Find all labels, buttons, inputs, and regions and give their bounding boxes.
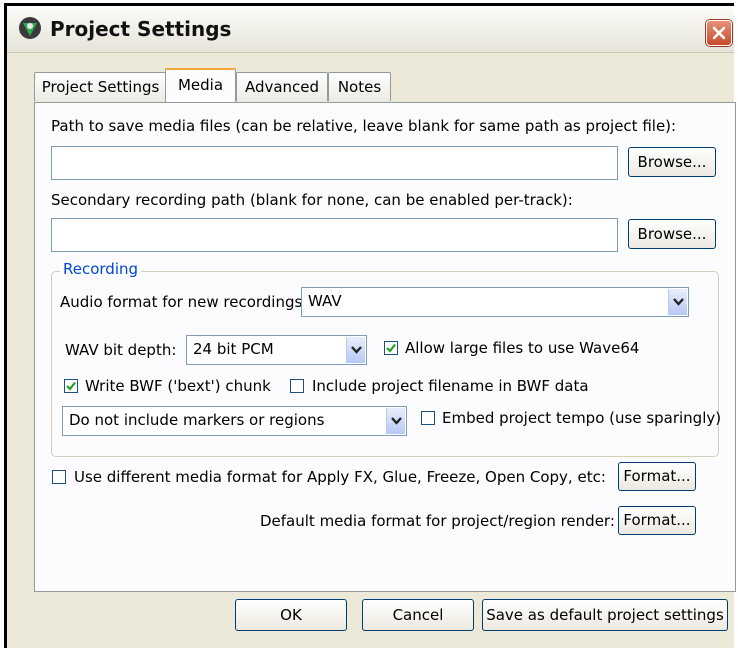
markers-value: Do not include markers or regions [69, 411, 325, 429]
chevron-down-icon [391, 417, 402, 425]
media-tab-panel: Path to save media files (can be relativ… [34, 102, 736, 592]
checkmark-icon [66, 381, 76, 391]
tab-project-settings[interactable]: Project Settings [34, 72, 167, 101]
project-settings-dialog: Project Settings Project Settings Media … [7, 6, 736, 648]
embed-tempo-label: Embed project tempo (use sparingly) [442, 409, 722, 427]
include-filename-label: Include project filename in BWF data [312, 377, 589, 395]
embed-tempo-checkbox[interactable] [421, 411, 435, 425]
wave64-checkbox[interactable] [384, 341, 398, 355]
title-bar[interactable]: Project Settings [7, 6, 734, 53]
secondary-path-input[interactable] [51, 218, 618, 252]
checkmark-icon [386, 343, 396, 353]
different-format-checkbox[interactable] [52, 470, 66, 484]
bwf-checkbox[interactable] [64, 379, 78, 393]
bit-depth-label: WAV bit depth: [65, 341, 177, 359]
window-title: Project Settings [50, 17, 232, 41]
close-button[interactable] [706, 20, 732, 46]
cancel-button[interactable]: Cancel [362, 599, 474, 631]
tab-advanced[interactable]: Advanced [236, 72, 328, 101]
media-path-input[interactable] [51, 146, 618, 180]
chevron-down-icon [673, 298, 684, 306]
include-filename-checkbox[interactable] [290, 379, 304, 393]
wave64-label: Allow large files to use Wave64 [405, 339, 640, 357]
different-format-label: Use different media format for Apply FX,… [74, 468, 606, 486]
close-icon [712, 26, 726, 40]
default-format-label: Default media format for project/region … [260, 512, 615, 530]
audio-format-label: Audio format for new recordings: [60, 293, 308, 311]
chevron-down-icon [351, 346, 362, 354]
media-path-label: Path to save media files (can be relativ… [51, 117, 677, 135]
save-default-button[interactable]: Save as default project settings [482, 599, 728, 631]
default-format-button[interactable]: Format... [618, 506, 696, 535]
recording-group-title: Recording [60, 260, 142, 278]
ok-button[interactable]: OK [235, 599, 347, 631]
bit-depth-value: 24 bit PCM [193, 340, 274, 358]
tab-notes[interactable]: Notes [328, 72, 391, 101]
media-path-browse-button[interactable]: Browse... [628, 147, 716, 177]
secondary-path-label: Secondary recording path (blank for none… [51, 191, 573, 209]
audio-format-select[interactable]: WAV [301, 287, 689, 317]
different-format-button[interactable]: Format... [618, 462, 696, 491]
bit-depth-select[interactable]: 24 bit PCM [186, 335, 367, 365]
audio-format-value: WAV [308, 292, 342, 310]
tab-media[interactable]: Media [165, 68, 236, 102]
markers-select[interactable]: Do not include markers or regions [62, 406, 407, 436]
reaper-logo-icon [19, 17, 41, 39]
bwf-label: Write BWF ('bext') chunk [85, 377, 271, 395]
secondary-path-browse-button[interactable]: Browse... [628, 219, 716, 249]
